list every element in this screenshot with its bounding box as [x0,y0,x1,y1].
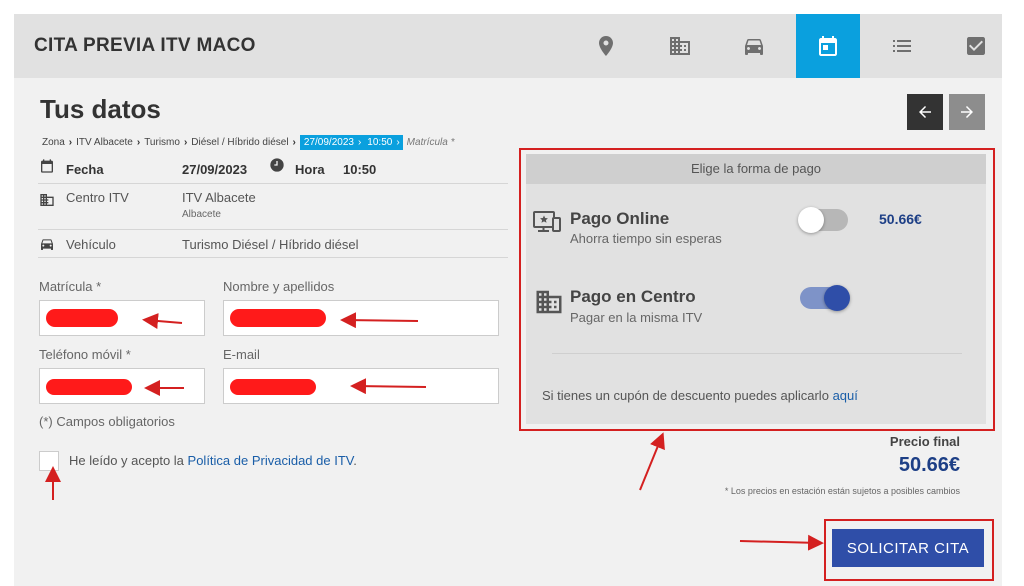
arrow-nombre [340,312,419,329]
arrow-email [350,378,427,395]
arrow-matricula [142,313,183,329]
annotation-arrows [45,312,824,551]
arrow-payment [639,432,665,491]
arrow-submit [739,534,824,551]
